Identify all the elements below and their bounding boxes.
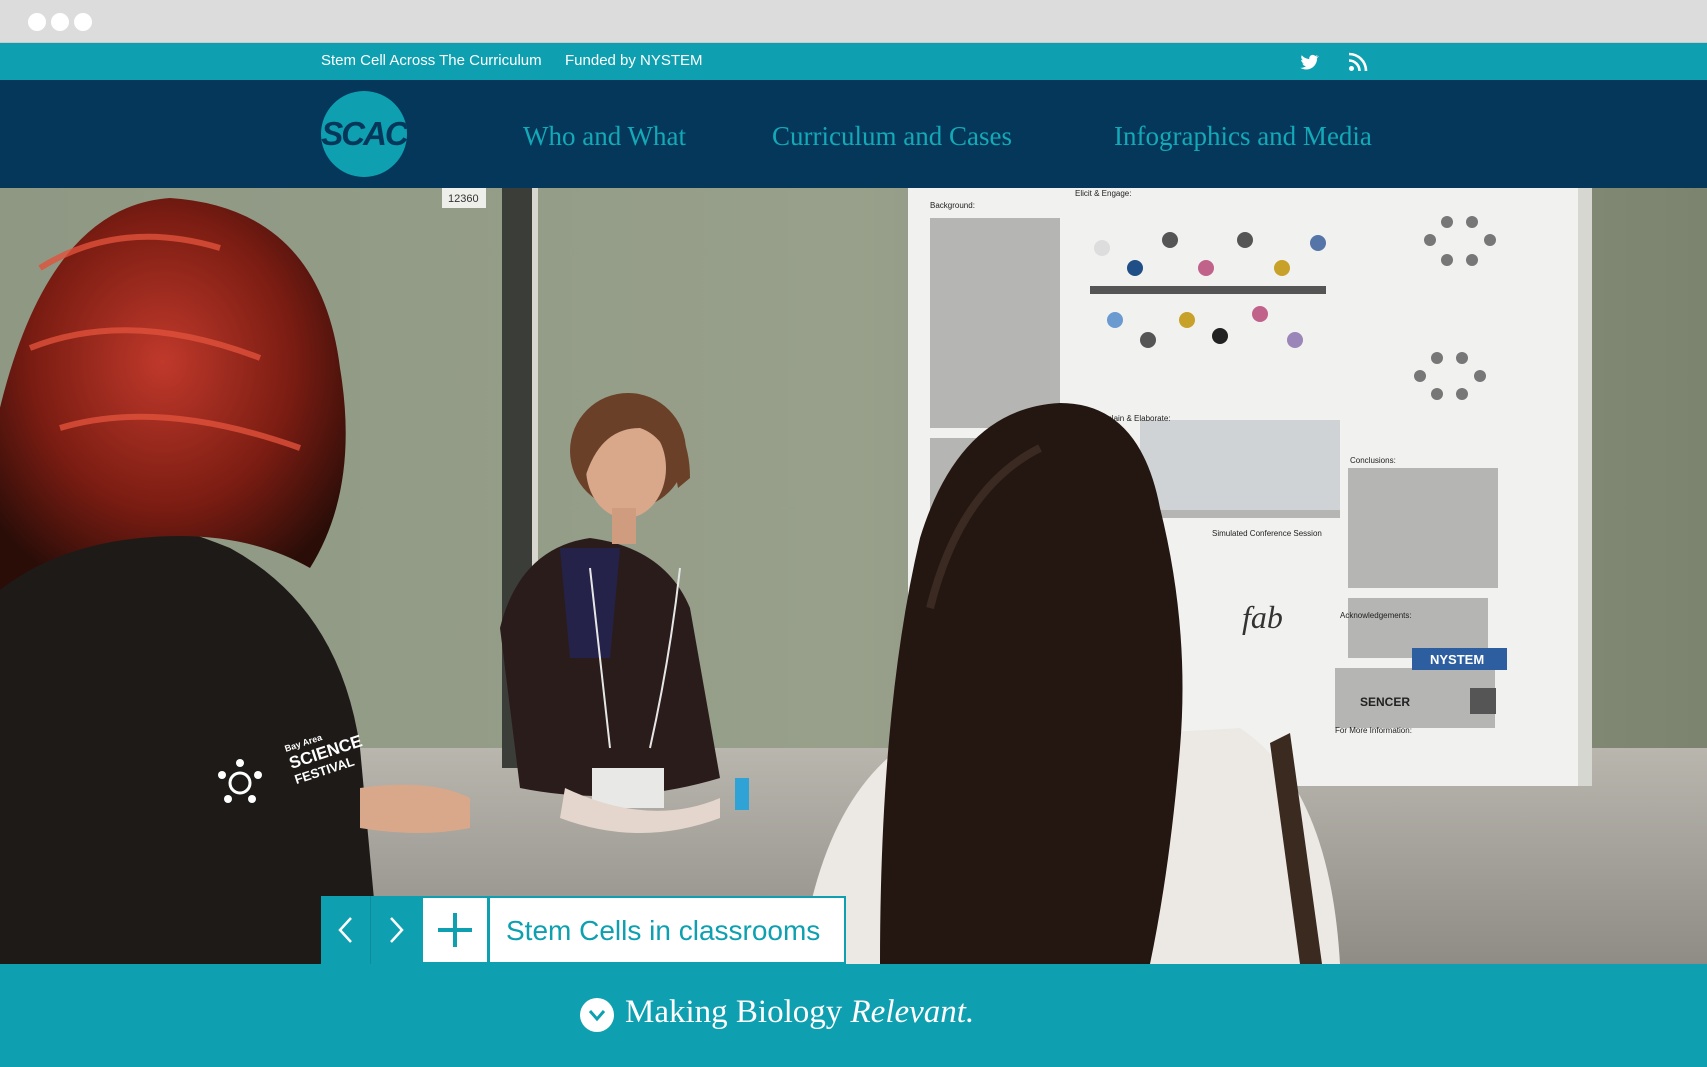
slider-caption[interactable]: Stem Cells in classrooms bbox=[489, 896, 846, 964]
hero-photo: 12360 Background: Elicit & Engage: Expla… bbox=[0, 188, 1707, 964]
poster-heading-background: Background: bbox=[930, 201, 975, 210]
funded-by-link[interactable]: Funded by NYSTEM bbox=[565, 52, 703, 69]
scac-logo[interactable]: SCAC bbox=[321, 91, 407, 177]
slider-caption-text: Stem Cells in classrooms bbox=[506, 915, 821, 946]
poster-heading-acknowledgements: Acknowledgements: bbox=[1340, 611, 1412, 620]
poster-heading-more-info: For More Information: bbox=[1335, 726, 1412, 735]
poster-heading-conclusions: Conclusions: bbox=[1350, 456, 1396, 465]
poster-logo-fab: fab bbox=[1242, 599, 1283, 635]
window-maximize-dot[interactable] bbox=[74, 13, 92, 31]
tagline-main: Making Biology bbox=[625, 994, 851, 1030]
browser-chrome bbox=[0, 0, 1707, 43]
twitter-icon[interactable] bbox=[1298, 51, 1320, 73]
tagline-bar: Making Biology Relevant. bbox=[0, 964, 1707, 1067]
chevron-right-icon bbox=[390, 917, 404, 943]
tagline-text: Making Biology Relevant. bbox=[625, 994, 974, 1031]
slider-next-button[interactable] bbox=[371, 896, 421, 964]
poster-logo-nystem: NYSTEM bbox=[1430, 652, 1484, 667]
window-minimize-dot[interactable] bbox=[51, 13, 69, 31]
nav-item-curriculum-and-cases[interactable]: Curriculum and Cases bbox=[772, 121, 1012, 152]
slider-prev-button[interactable] bbox=[321, 896, 371, 964]
plus-icon bbox=[438, 913, 472, 947]
nav-item-infographics-and-media[interactable]: Infographics and Media bbox=[1114, 121, 1372, 152]
hero-photo-illustration: 12360 Background: Elicit & Engage: Expla… bbox=[0, 188, 1707, 964]
main-nav: SCAC Who and What Curriculum and Cases I… bbox=[0, 80, 1707, 188]
poster-heading-elicit: Elicit & Engage: bbox=[1075, 189, 1131, 198]
booth-number-text: 12360 bbox=[448, 193, 479, 205]
logo-text: SCAC bbox=[321, 115, 407, 152]
nav-item-who-and-what[interactable]: Who and What bbox=[523, 121, 686, 152]
poster-heading-session: Simulated Conference Session bbox=[1212, 529, 1322, 538]
top-utility-bar: Stem Cell Across The Curriculum Funded b… bbox=[0, 43, 1707, 80]
site-title-link[interactable]: Stem Cell Across The Curriculum bbox=[321, 52, 542, 69]
poster-logo-sencer: SENCER bbox=[1360, 695, 1410, 709]
chevron-down-circle-icon[interactable] bbox=[580, 998, 614, 1032]
rss-icon[interactable] bbox=[1347, 51, 1369, 73]
window-close-dot[interactable] bbox=[28, 13, 46, 31]
tagline-emphasis: Relevant. bbox=[850, 994, 975, 1030]
chevron-left-icon bbox=[338, 917, 352, 943]
slider-expand-button[interactable] bbox=[421, 896, 489, 964]
